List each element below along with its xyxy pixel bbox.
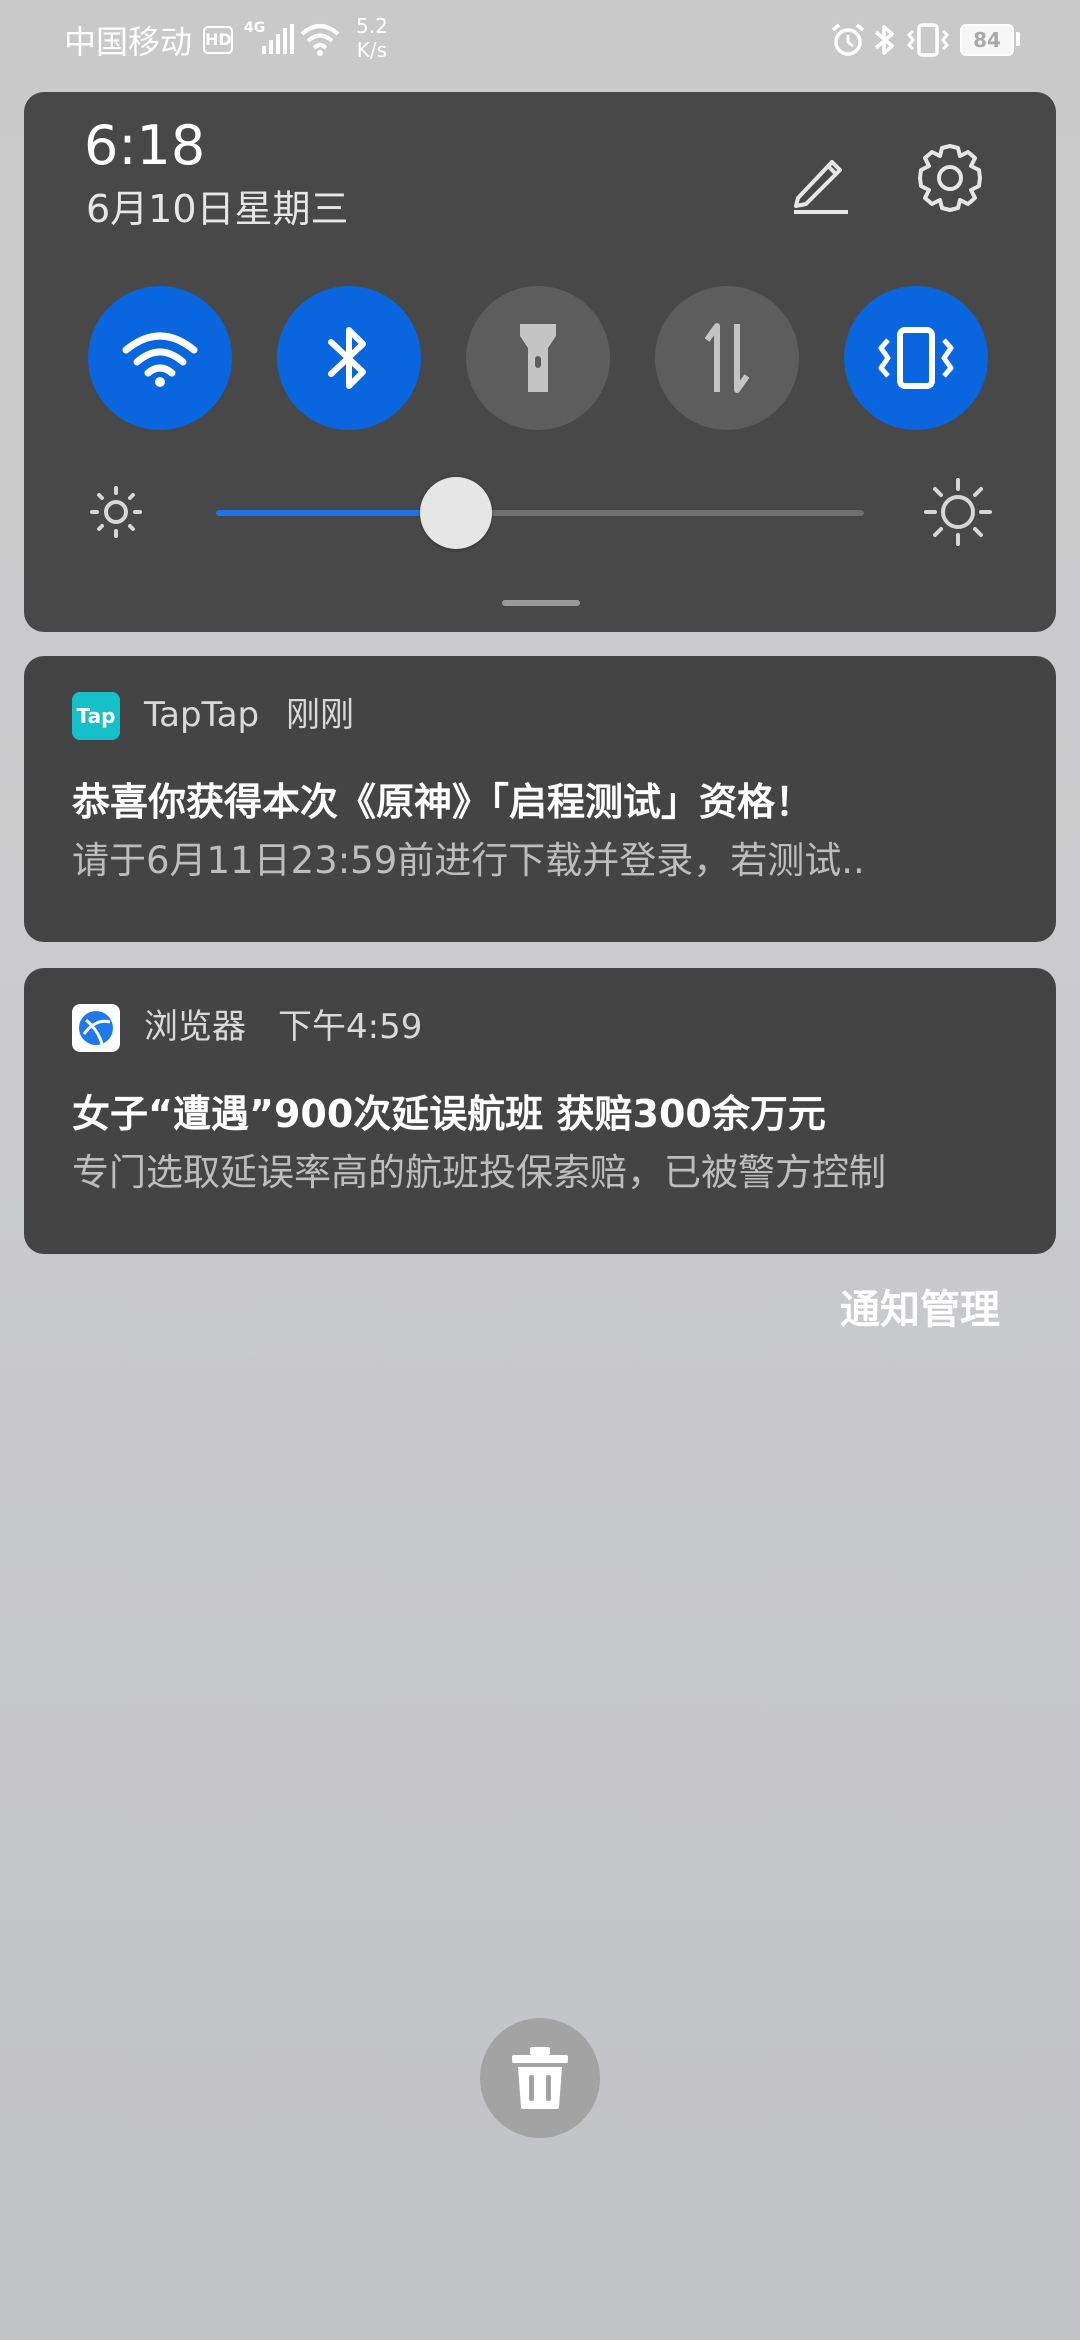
quick-settings-panel: 6:18 6月10日星期三 [24,92,1056,632]
notification-body: 请于6月11日23:59前进行下载并登录，若测试.. [72,839,865,882]
brightness-high-icon [924,478,992,546]
trash-icon [512,2047,568,2109]
edit-icon[interactable] [784,142,860,218]
alarm-icon [831,23,865,56]
brightness-low-icon [90,486,142,538]
flashlight-toggle[interactable] [466,286,610,430]
notification-body: 专门选取延误率高的航班投保索赔，已被警方控制 [72,1151,886,1194]
taptap-icon-label: Tap [76,704,116,728]
wifi-toggle[interactable] [88,286,232,430]
mobile-data-toggle[interactable] [655,286,799,430]
speed-unit: K/s [356,38,388,62]
clear-all-button[interactable] [480,2018,600,2138]
brightness-slider-thumb[interactable] [419,477,492,549]
battery-icon: 84 [960,24,1014,56]
panel-date: 6月10日星期三 [86,187,349,231]
notification-taptap[interactable]: Tap TapTap 刚刚 恭喜你获得本次《原神》「启程测试」资格！ 请于6月1… [24,656,1056,942]
hd-badge: HD [203,26,233,54]
vibrate-toggle[interactable] [844,286,988,430]
bluetooth-icon [328,327,366,389]
bluetooth-toggle[interactable] [277,286,421,430]
wifi-icon [300,24,340,56]
flashlight-icon [520,324,556,392]
wifi-icon [122,332,198,387]
browser-app-icon [72,1004,120,1052]
taptap-app-icon: Tap [72,692,120,740]
battery-tip [1016,32,1020,46]
speed-value: 5.2 [356,14,388,38]
notification-manage-button[interactable]: 通知管理 [840,1282,1000,1338]
bluetooth-icon [874,25,894,55]
notification-app-name: TapTap [144,695,260,735]
notification-time: 刚刚 [286,695,354,735]
vibrate-icon [878,327,954,389]
gear-icon[interactable] [912,140,988,216]
notification-app-name: 浏览器 [144,1007,246,1047]
brightness-slider[interactable] [216,477,864,549]
notification-title: 女子“遭遇”900次延误航班 获赔300余万元 [72,1092,826,1136]
notification-time: 下午4:59 [278,1007,423,1047]
status-bar: 中国移动 HD 4G 5.2 K/s 84 [0,0,1080,88]
data-transfer-icon [705,323,749,393]
panel-time: 6:18 [84,114,206,177]
carrier-name: 中国移动 [64,23,193,61]
notification-title: 恭喜你获得本次《原神》「启程测试」资格！ [72,780,814,824]
vibrate-icon [906,23,950,57]
network-speed: 5.2 K/s [356,14,388,62]
signal-icon [262,24,294,54]
panel-drag-handle[interactable] [502,600,580,606]
notification-browser[interactable]: 浏览器 下午4:59 女子“遭遇”900次延误航班 获赔300余万元 专门选取延… [24,968,1056,1254]
